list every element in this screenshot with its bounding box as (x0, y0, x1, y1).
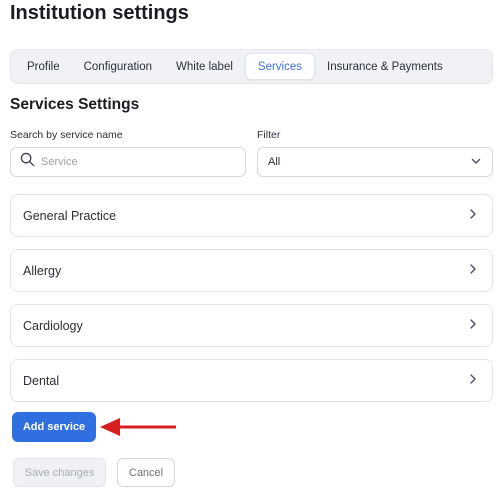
service-name: General Practice (23, 208, 117, 223)
tab-configuration[interactable]: Configuration (72, 53, 164, 80)
chevron-right-icon (468, 208, 478, 223)
page-title: Institution settings (10, 2, 189, 24)
service-row-dental[interactable]: Dental (10, 359, 493, 402)
tab-services[interactable]: Services (244, 53, 316, 80)
search-icon (20, 152, 35, 172)
search-label: Search by service name (10, 129, 123, 141)
service-name: Allergy (23, 263, 62, 278)
settings-tabs: Profile Configuration White label Servic… (10, 49, 493, 84)
filter-selected-value: All (268, 156, 281, 168)
cancel-button[interactable]: Cancel (117, 458, 175, 487)
service-row-general-practice[interactable]: General Practice (10, 194, 493, 237)
search-field[interactable] (10, 147, 246, 177)
tab-insurance-payments[interactable]: Insurance & Payments (315, 53, 455, 80)
service-name: Dental (23, 373, 60, 388)
save-changes-button[interactable]: Save changes (13, 458, 106, 487)
service-name: Cardiology (23, 318, 83, 333)
section-title: Services Settings (10, 96, 140, 113)
tab-white-label[interactable]: White label (164, 53, 245, 80)
filter-label: Filter (257, 129, 281, 141)
add-service-button[interactable]: Add service (12, 412, 96, 442)
chevron-right-icon (468, 318, 478, 333)
chevron-right-icon (468, 263, 478, 278)
service-row-allergy[interactable]: Allergy (10, 249, 493, 292)
chevron-right-icon (468, 373, 478, 388)
search-input[interactable] (41, 156, 231, 168)
chevron-down-icon (470, 155, 482, 170)
tab-profile[interactable]: Profile (15, 53, 72, 80)
filter-select[interactable]: All (257, 147, 493, 177)
service-row-cardiology[interactable]: Cardiology (10, 304, 493, 347)
annotation-arrow-icon (100, 416, 178, 443)
